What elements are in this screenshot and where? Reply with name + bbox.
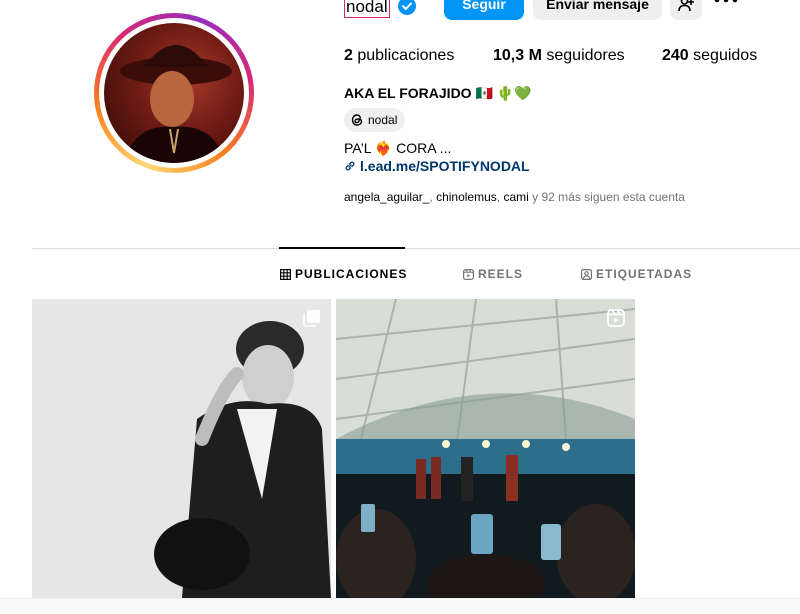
following-label: seguidos: [693, 47, 758, 64]
grid-icon: [280, 269, 292, 281]
post-photo-portrait: [32, 299, 331, 598]
verified-badge-icon: [398, 0, 416, 15]
full-name: AKA EL FORAJIDO 🇲🇽 🌵💚: [344, 85, 532, 101]
tagged-icon: [581, 269, 593, 281]
reels-icon: [607, 309, 625, 327]
following-count: 240: [662, 47, 689, 64]
tab-reels[interactable]: REELS: [463, 267, 523, 281]
posts-count: 2: [344, 47, 353, 64]
threads-badge[interactable]: nodal: [344, 108, 406, 132]
profile-link[interactable]: l.ead.me/SPOTIFYNODAL: [344, 157, 530, 175]
followed-by-user[interactable]: angela_aguilar_: [344, 190, 429, 204]
post-thumbnail[interactable]: [336, 299, 635, 598]
following-stat[interactable]: 240 seguidos: [662, 46, 757, 66]
tab-reels-label: REELS: [478, 267, 524, 281]
followers-stat[interactable]: 10,3 M seguidores: [493, 46, 625, 66]
carousel-icon: [303, 310, 320, 327]
username: nodal: [344, 0, 390, 18]
tabs-divider: [32, 248, 800, 249]
link-icon: [345, 161, 355, 171]
threads-icon: [351, 114, 363, 126]
active-tab-indicator: [279, 247, 405, 249]
follow-button[interactable]: Seguir: [444, 0, 524, 20]
tab-posts-label: PUBLICACIONES: [295, 267, 408, 281]
bottom-bar: [0, 598, 800, 614]
followers-label: seguidores: [546, 47, 625, 64]
avatar[interactable]: [104, 23, 244, 163]
followed-by[interactable]: angela_aguilar_, chinolemus, cami y 92 m…: [344, 189, 685, 205]
send-message-button[interactable]: Enviar mensaje: [533, 0, 662, 20]
tab-tagged[interactable]: ETIQUETADAS: [581, 267, 692, 281]
reels-icon: [463, 269, 475, 281]
followed-by-user[interactable]: chinolemus: [436, 190, 497, 204]
tab-posts[interactable]: PUBLICACIONES: [280, 267, 407, 281]
post-photo-concert: [336, 299, 635, 598]
bio-text: PA’L ❤️‍🔥 CORA ...: [344, 140, 452, 156]
post-thumbnail[interactable]: [32, 299, 331, 598]
threads-handle: nodal: [368, 113, 398, 127]
followed-by-user[interactable]: cami: [503, 190, 528, 204]
followers-count: 10,3 M: [493, 47, 542, 64]
avatar-border: [99, 18, 249, 168]
profile-link-text: l.ead.me/SPOTIFYNODAL: [360, 158, 530, 174]
avatar-photo-art: [120, 45, 232, 163]
profile-avatar-ring[interactable]: [94, 13, 254, 173]
posts-label: publicaciones: [357, 47, 455, 64]
posts-count-stat: 2 publicaciones: [344, 46, 454, 66]
suggested-users-button[interactable]: [670, 0, 702, 20]
add-person-icon: [678, 0, 694, 12]
tab-tagged-label: ETIQUETADAS: [596, 267, 693, 281]
followed-by-rest: y 92 más siguen esta cuenta: [532, 190, 685, 204]
more-options-icon[interactable]: [712, 0, 742, 8]
